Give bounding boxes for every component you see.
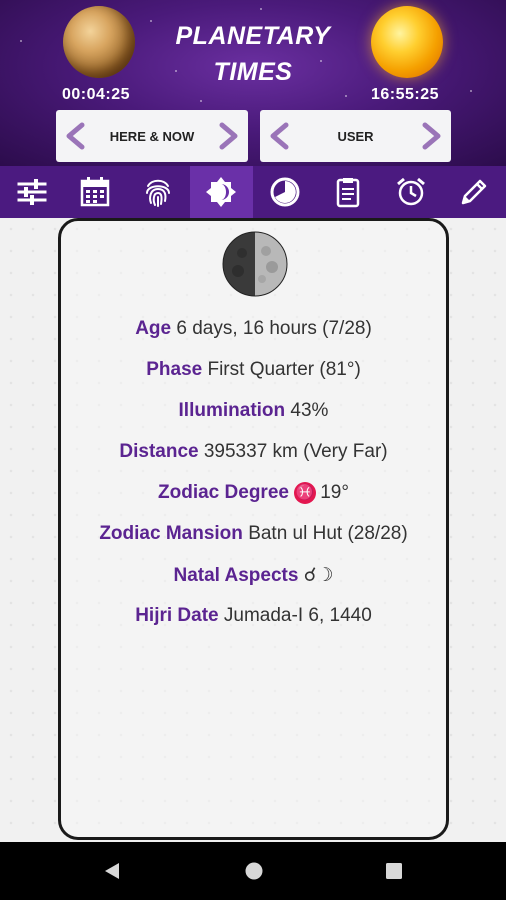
pie-clock-icon <box>270 177 300 207</box>
star <box>20 40 22 42</box>
age-label: Age <box>135 318 172 339</box>
left-planet-time: 00:04:25 <box>62 86 131 103</box>
phase-row: Phase First Quarter (81°) <box>61 359 446 381</box>
tab-clipboard[interactable] <box>316 166 379 218</box>
tab-alarm[interactable] <box>380 166 443 218</box>
app-header: 00:04:25 16:55:25 PLANETARY TIMES HERE &… <box>0 0 506 166</box>
fingerprint-icon <box>146 179 171 207</box>
pisces-icon: ♓ <box>294 482 317 504</box>
illumination-row: Illumination 43% <box>61 400 446 422</box>
system-navigation-bar <box>0 842 506 900</box>
content-area: Age 6 days, 16 hours (7/28) Phase First … <box>0 218 506 842</box>
tab-pie-clock[interactable] <box>253 166 316 218</box>
illumination-label: Illumination <box>178 400 286 421</box>
calendar-icon <box>80 177 110 207</box>
star <box>260 8 262 10</box>
clipboard-icon <box>336 178 360 208</box>
back-icon[interactable] <box>102 861 122 881</box>
age-row: Age 6 days, 16 hours (7/28) <box>61 318 446 340</box>
natal-aspects-row: Natal Aspects ☌☽ <box>61 564 446 587</box>
illumination-value: 43% <box>290 400 329 421</box>
zodiac-mansion-label: Zodiac Mansion <box>99 523 243 544</box>
app-title-line1: PLANETARY <box>175 22 331 50</box>
main-toolbar <box>0 166 506 218</box>
tab-edit[interactable] <box>443 166 506 218</box>
distance-label: Distance <box>119 441 199 462</box>
star <box>200 100 202 102</box>
natal-aspects-label: Natal Aspects <box>173 565 299 586</box>
distance-value: 395337 km (Very Far) <box>203 441 388 462</box>
pencil-icon <box>462 179 487 205</box>
zodiac-mansion-row: Zodiac Mansion Batn ul Hut (28/28) <box>61 523 446 545</box>
zodiac-degree-value: 19° <box>320 482 349 504</box>
sliders-icon <box>17 179 47 205</box>
chevron-left-icon[interactable] <box>62 122 90 150</box>
moon-info-card: Age 6 days, 16 hours (7/28) Phase First … <box>58 218 449 840</box>
chevron-left-icon[interactable] <box>266 122 294 150</box>
zodiac-mansion-value: Batn ul Hut (28/28) <box>248 523 408 544</box>
tab-fingerprint[interactable] <box>127 166 190 218</box>
alarm-icon <box>397 177 426 206</box>
home-icon[interactable] <box>244 861 264 881</box>
moon-phase-icon <box>206 177 237 207</box>
here-now-label: HERE & NOW <box>109 128 195 144</box>
age-value: 6 days, 16 hours (7/28) <box>176 318 372 339</box>
chevron-right-icon[interactable] <box>417 122 445 150</box>
right-planet-time: 16:55:25 <box>371 86 440 103</box>
star <box>345 95 347 97</box>
hijri-date-row: Hijri Date Jumada-I 6, 1440 <box>61 605 446 627</box>
right-planet-image[interactable] <box>371 6 443 78</box>
distance-row: Distance 395337 km (Very Far) <box>61 441 446 463</box>
phase-value: First Quarter (81°) <box>207 359 361 380</box>
app-title-line2: TIMES <box>213 58 293 86</box>
tab-moon-phase[interactable] <box>189 166 253 218</box>
left-planet-image[interactable] <box>63 6 135 78</box>
zodiac-degree-label: Zodiac Degree <box>158 482 289 504</box>
user-label: USER <box>337 128 374 144</box>
phase-label: Phase <box>146 359 203 380</box>
recents-icon[interactable] <box>384 861 404 881</box>
user-selector[interactable]: USER <box>260 110 451 162</box>
tab-settings[interactable] <box>0 166 63 218</box>
star <box>470 90 472 92</box>
tab-calendar[interactable] <box>63 166 126 218</box>
zodiac-degree-row: Zodiac Degree ♓ 19° <box>61 482 446 504</box>
natal-aspects-value: ☌☽ <box>303 565 334 586</box>
moon-phase-image <box>222 231 288 297</box>
chevron-right-icon[interactable] <box>214 122 242 150</box>
here-now-selector[interactable]: HERE & NOW <box>56 110 248 162</box>
hijri-date-label: Hijri Date <box>135 605 219 626</box>
hijri-date-value: Jumada-I 6, 1440 <box>223 605 372 626</box>
app-title: PLANETARY TIMES <box>150 18 356 90</box>
